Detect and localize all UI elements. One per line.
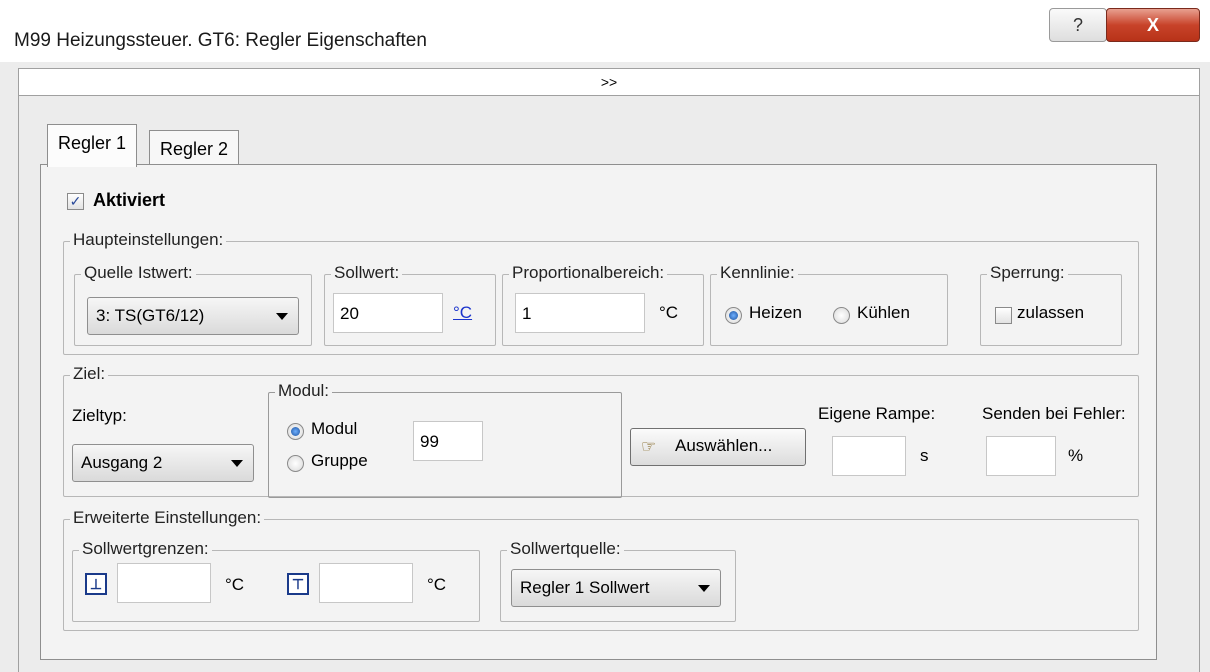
tab-regler-2[interactable]: Regler 2	[149, 130, 240, 167]
main-settings-group: Haupteinstellungen: Quelle Istwert: 3: T…	[63, 230, 1139, 355]
proportional-unit: °C	[659, 303, 679, 322]
ramp-unit: s	[920, 446, 929, 465]
activated-checkbox[interactable]: ✓	[67, 193, 84, 210]
module-modul-label: Modul	[311, 419, 358, 438]
target-type-label: Zieltyp:	[72, 406, 127, 425]
target-group: Ziel: Zieltyp: Ausgang 2 Modul: Modul Gr…	[63, 364, 1139, 498]
advanced-title: Erweiterte Einstellungen:	[70, 508, 265, 528]
proportional-group: Proportionalbereich: 1 °C	[502, 263, 704, 346]
select-button[interactable]: ☞ Auswählen...	[630, 428, 806, 466]
lower-limit-icon: ⊥	[85, 573, 107, 595]
on-error-unit: %	[1068, 446, 1084, 465]
module-group: Modul: Modul Gruppe 99	[268, 381, 622, 498]
limits-group: Sollwertgrenzen: ⊥ °C ⊤ °C	[72, 539, 480, 622]
curve-title: Kennlinie:	[717, 263, 798, 283]
chevron-down-icon	[231, 460, 243, 467]
source-value: 3: TS(GT6/12)	[96, 306, 205, 325]
module-gruppe-radio[interactable]	[287, 455, 304, 472]
close-icon: X	[1146, 14, 1159, 35]
lower-limit-input[interactable]	[117, 563, 211, 603]
target-type-select[interactable]: Ausgang 2	[72, 444, 254, 482]
chevron-down-icon	[698, 585, 710, 592]
tab-panel: ✓ Aktiviert Haupteinstellungen: Quelle I…	[40, 164, 1157, 660]
curve-kuehlen-label: Kühlen	[857, 303, 910, 322]
setpoint-title: Sollwert:	[331, 263, 403, 283]
setpoint-group: Sollwert: 20 °C	[324, 263, 496, 346]
help-icon: ?	[1072, 14, 1083, 35]
lock-title: Sperrung:	[987, 263, 1068, 283]
main-settings-title: Haupteinstellungen:	[70, 230, 227, 250]
on-error-input[interactable]	[986, 436, 1056, 476]
advanced-group: Erweiterte Einstellungen: Sollwertgrenze…	[63, 508, 1139, 631]
pointing-hand-icon: ☞	[641, 437, 657, 456]
chevron-down-icon	[276, 313, 288, 320]
target-title: Ziel:	[70, 364, 109, 384]
curve-heizen-radio[interactable]	[725, 307, 742, 324]
curve-group: Kennlinie: Heizen Kühlen	[710, 263, 948, 346]
module-modul-radio[interactable]	[287, 423, 304, 440]
setpoint-source-value: Regler 1 Sollwert	[520, 578, 650, 597]
proportional-input[interactable]: 1	[515, 293, 645, 333]
module-title: Modul:	[275, 381, 333, 401]
dialog-window: M99 Heizungssteuer. GT6: Regler Eigensch…	[0, 0, 1210, 672]
tab-regler-1[interactable]: Regler 1	[47, 124, 138, 167]
setpoint-unit-link[interactable]: °C	[453, 303, 472, 323]
lock-checkbox[interactable]	[995, 307, 1012, 324]
setpoint-source-group: Sollwertquelle: Regler 1 Sollwert	[500, 539, 736, 622]
source-group: Quelle Istwert: 3: TS(GT6/12)	[74, 263, 312, 346]
limits-title: Sollwertgrenzen:	[79, 539, 212, 559]
setpoint-input[interactable]: 20	[333, 293, 443, 333]
upper-limit-unit: °C	[427, 575, 447, 594]
on-error-label: Senden bei Fehler:	[982, 404, 1126, 423]
lower-limit-unit: °C	[225, 575, 245, 594]
ramp-label: Eigene Rampe:	[818, 404, 936, 423]
curve-kuehlen-radio[interactable]	[833, 307, 850, 324]
source-title: Quelle Istwert:	[81, 263, 196, 283]
upper-limit-icon: ⊤	[287, 573, 309, 595]
lock-label: zulassen	[1017, 303, 1085, 322]
curve-heizen-label: Heizen	[749, 303, 802, 322]
help-button[interactable]: ?	[1049, 8, 1107, 42]
title-bar: M99 Heizungssteuer. GT6: Regler Eigensch…	[0, 0, 1210, 62]
upper-limit-input[interactable]	[319, 563, 413, 603]
proportional-title: Proportionalbereich:	[509, 263, 668, 283]
setpoint-source-select[interactable]: Regler 1 Sollwert	[511, 569, 721, 607]
select-button-label: Auswählen...	[675, 436, 773, 455]
module-gruppe-label: Gruppe	[311, 451, 368, 470]
lock-group: Sperrung: zulassen	[980, 263, 1122, 346]
activated-label: Aktiviert	[93, 190, 166, 210]
window-title: M99 Heizungssteuer. GT6: Regler Eigensch…	[14, 30, 427, 51]
close-button[interactable]: X	[1106, 8, 1200, 42]
setpoint-source-title: Sollwertquelle:	[507, 539, 624, 559]
source-select[interactable]: 3: TS(GT6/12)	[87, 297, 299, 335]
ramp-input[interactable]	[832, 436, 906, 476]
expand-toggle-button[interactable]: >>	[18, 68, 1200, 96]
target-type-value: Ausgang 2	[81, 453, 163, 472]
module-number-input[interactable]: 99	[413, 421, 483, 461]
